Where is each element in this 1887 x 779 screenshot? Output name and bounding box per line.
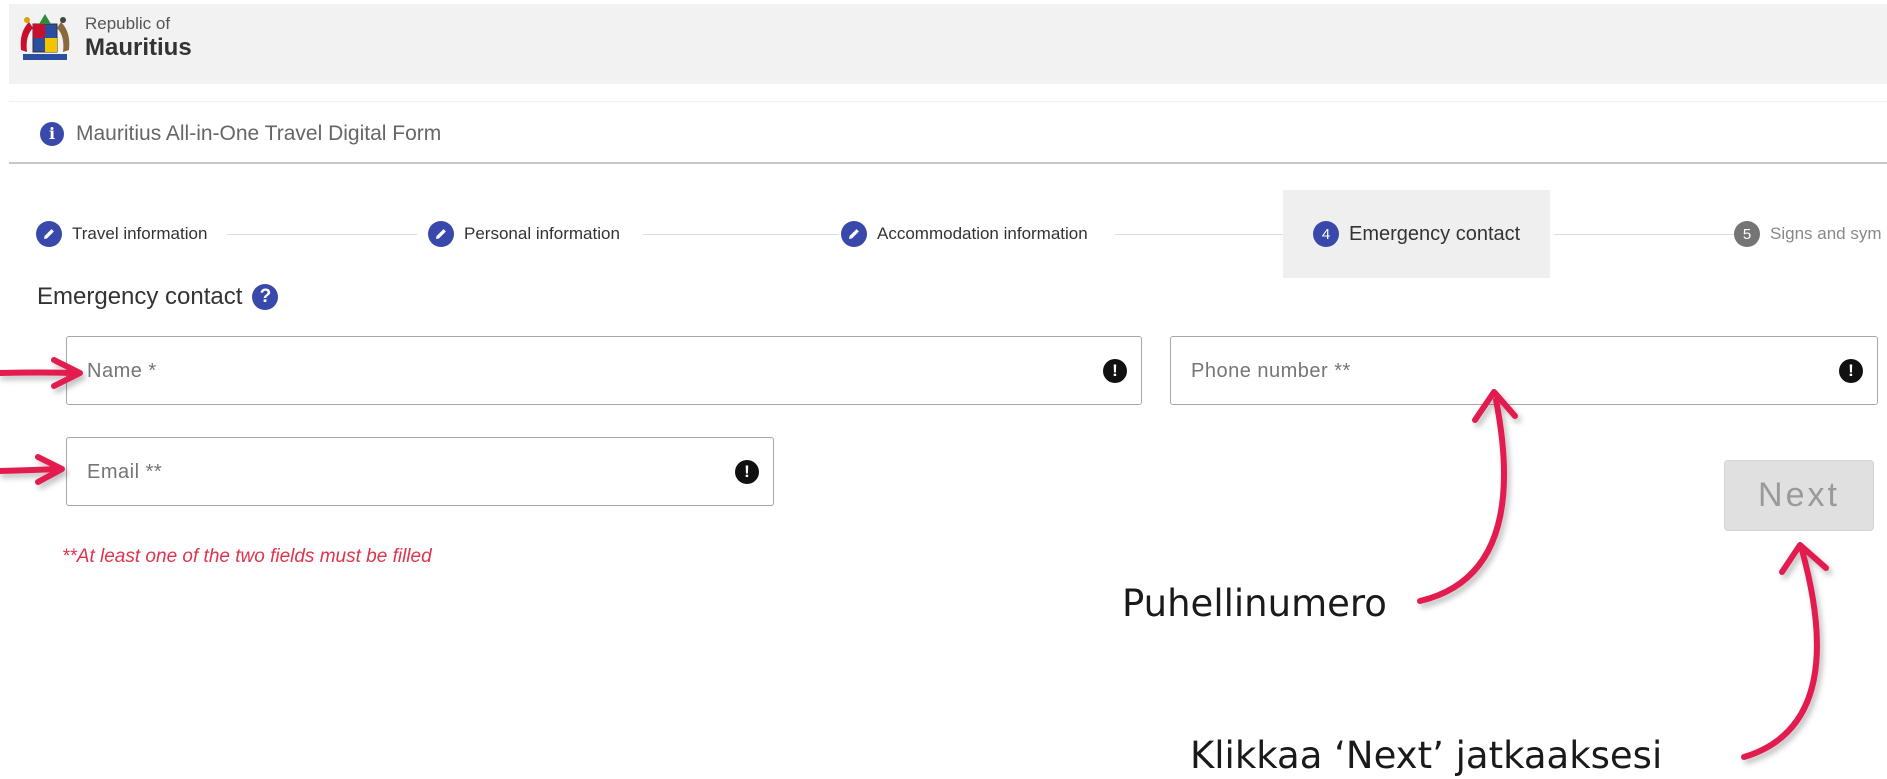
arrow-to-email (0, 466, 61, 474)
annotation-arrows (0, 357, 1829, 760)
arrow-to-phone (1417, 397, 1508, 604)
phone-annotation: Puhellinumero (1122, 582, 1387, 625)
arrow-to-next (1741, 547, 1820, 760)
next-annotation: Klikkaa ‘Next’ jatkaaksesi (1190, 734, 1663, 777)
arrow-to-name (0, 369, 77, 376)
